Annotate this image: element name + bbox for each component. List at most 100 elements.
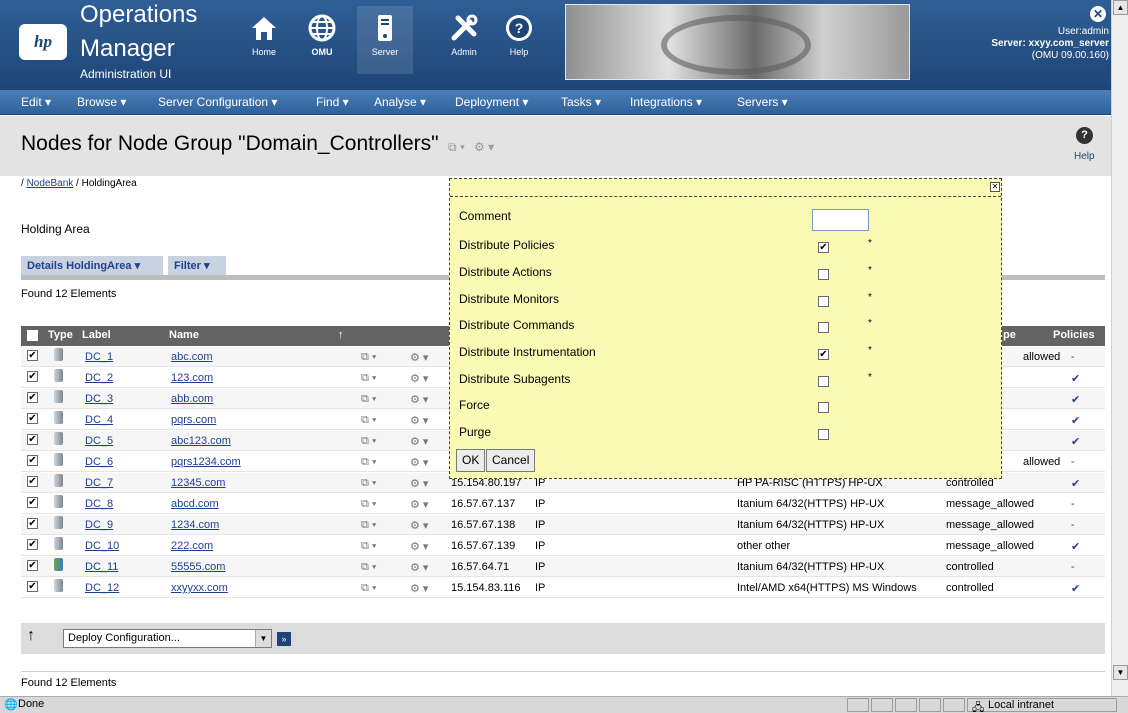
nav-admin-button[interactable]: Admin xyxy=(436,6,492,74)
col-name[interactable]: Name xyxy=(169,329,199,341)
row-menu-icon[interactable]: ⧉ ▾ xyxy=(361,498,377,511)
node-name-link[interactable]: abb.com xyxy=(171,393,213,405)
row-checkbox[interactable]: ✔ xyxy=(27,371,38,382)
node-label-link[interactable]: DC_11 xyxy=(85,561,118,573)
menu-analyse[interactable]: Analyse xyxy=(374,90,426,115)
node-name-link[interactable]: 1234.com xyxy=(171,519,219,531)
row-gear-icon[interactable]: ⚙ ▾ xyxy=(410,477,428,490)
row-gear-icon[interactable]: ⚙ ▾ xyxy=(410,393,428,406)
node-label-link[interactable]: DC_1 xyxy=(85,351,113,363)
go-button[interactable]: » xyxy=(277,632,291,646)
breadcrumb-nodebank[interactable]: NodeBank xyxy=(27,178,74,189)
node-name-link[interactable]: abcd.com xyxy=(171,498,219,510)
col-type2[interactable]: pe xyxy=(1003,329,1016,341)
row-menu-icon[interactable]: ⧉ ▾ xyxy=(361,351,377,364)
row-menu-icon[interactable]: ⧉ ▾ xyxy=(361,372,377,385)
row-menu-icon[interactable]: ⧉ ▾ xyxy=(361,393,377,406)
node-name-link[interactable]: abc.com xyxy=(171,351,213,363)
row-gear-icon[interactable]: ⚙ ▾ xyxy=(410,561,428,574)
menu-deployment[interactable]: Deployment xyxy=(455,90,528,115)
menu-tasks[interactable]: Tasks xyxy=(561,90,601,115)
row-checkbox[interactable]: ✔ xyxy=(27,350,38,361)
node-label-link[interactable]: DC_12 xyxy=(85,582,119,594)
row-checkbox[interactable]: ✔ xyxy=(27,518,38,529)
node-name-link[interactable]: 12345.com xyxy=(171,477,225,489)
option-checkbox[interactable] xyxy=(818,322,829,333)
row-checkbox[interactable]: ✔ xyxy=(27,413,38,424)
deploy-action-select[interactable]: Deploy Configuration... ▼ xyxy=(63,629,272,648)
table-row[interactable]: ✔ DC_10 222.com ⧉ ▾ ⚙ ▾ 16.57.67.139 IP other o… xyxy=(21,536,1105,556)
row-gear-icon[interactable]: ⚙ ▾ xyxy=(410,540,428,553)
node-name-link[interactable]: abc123.com xyxy=(171,435,231,447)
node-label-link[interactable]: DC_7 xyxy=(85,477,113,489)
nav-help-button[interactable]: ? Help xyxy=(491,6,547,74)
table-row[interactable]: ✔ DC_8 abcd.com ⧉ ▾ ⚙ ▾ 16.57.67.137 IP Itanium… xyxy=(21,494,1105,514)
sort-arrow-icon[interactable]: ↑ xyxy=(338,329,344,341)
menu-integrations[interactable]: Integrations xyxy=(630,90,702,115)
option-checkbox[interactable]: ✔ xyxy=(818,349,829,360)
row-checkbox[interactable]: ✔ xyxy=(27,560,38,571)
menu-edit[interactable]: Edit xyxy=(21,90,51,115)
row-checkbox[interactable]: ✔ xyxy=(27,392,38,403)
row-menu-icon[interactable]: ⧉ ▾ xyxy=(361,540,377,553)
vertical-scrollbar[interactable]: ▲ ▼ xyxy=(1111,0,1128,696)
dialog-close-icon[interactable]: ✕ xyxy=(990,182,1000,192)
row-menu-icon[interactable]: ⧉ ▾ xyxy=(361,582,377,595)
node-name-link[interactable]: xxyyxx.com xyxy=(171,582,228,594)
menu-server-configuration[interactable]: Server Configuration xyxy=(158,90,277,115)
row-checkbox[interactable]: ✔ xyxy=(27,434,38,445)
row-menu-icon[interactable]: ⧉ ▾ xyxy=(361,561,377,574)
nav-server-button[interactable]: Server xyxy=(357,6,413,74)
node-name-link[interactable]: 55555.com xyxy=(171,561,225,573)
node-label-link[interactable]: DC_6 xyxy=(85,456,113,468)
row-checkbox[interactable]: ✔ xyxy=(27,497,38,508)
col-label[interactable]: Label xyxy=(82,329,111,341)
title-gear-icon[interactable]: ⚙ ▾ xyxy=(474,140,494,154)
row-checkbox[interactable]: ✔ xyxy=(27,581,38,592)
node-label-link[interactable]: DC_4 xyxy=(85,414,113,426)
menu-servers[interactable]: Servers xyxy=(737,90,788,115)
option-checkbox[interactable] xyxy=(818,296,829,307)
page-help-icon[interactable]: ? xyxy=(1076,127,1093,144)
row-gear-icon[interactable]: ⚙ ▾ xyxy=(410,414,428,427)
option-checkbox[interactable] xyxy=(818,269,829,280)
row-checkbox[interactable]: ✔ xyxy=(27,455,38,466)
row-menu-icon[interactable]: ⧉ ▾ xyxy=(361,456,377,469)
scroll-up-button[interactable]: ▲ xyxy=(1113,0,1128,15)
option-checkbox[interactable] xyxy=(818,402,829,413)
col-policies[interactable]: Policies xyxy=(1053,329,1095,341)
row-checkbox[interactable]: ✔ xyxy=(27,476,38,487)
option-checkbox[interactable]: ✔ xyxy=(818,242,829,253)
cancel-button[interactable]: Cancel xyxy=(486,449,536,472)
select-all-checkbox[interactable] xyxy=(27,330,38,341)
row-gear-icon[interactable]: ⚙ ▾ xyxy=(410,372,428,385)
row-checkbox[interactable]: ✔ xyxy=(27,539,38,550)
row-gear-icon[interactable]: ⚙ ▾ xyxy=(410,351,428,364)
menu-find[interactable]: Find xyxy=(316,90,349,115)
row-menu-icon[interactable]: ⧉ ▾ xyxy=(361,519,377,532)
row-gear-icon[interactable]: ⚙ ▾ xyxy=(410,435,428,448)
chevron-down-icon[interactable]: ▼ xyxy=(255,630,271,647)
node-name-link[interactable]: pqrs.com xyxy=(171,414,216,426)
node-label-link[interactable]: DC_5 xyxy=(85,435,113,447)
table-row[interactable]: ✔ DC_11 55555.com ⧉ ▾ ⚙ ▾ 16.57.64.71 IP Itaniu… xyxy=(21,557,1105,577)
nav-home-button[interactable]: Home xyxy=(236,6,292,74)
table-row[interactable]: ✔ DC_9 1234.com ⧉ ▾ ⚙ ▾ 16.57.67.138 IP Itanium… xyxy=(21,515,1105,535)
node-name-link[interactable]: 222.com xyxy=(171,540,213,552)
row-gear-icon[interactable]: ⚙ ▾ xyxy=(410,456,428,469)
node-name-link[interactable]: pqrs1234.com xyxy=(171,456,241,468)
tab-filter[interactable]: Filter ▾ xyxy=(168,256,226,277)
nav-omu-button[interactable]: OMU xyxy=(294,6,350,74)
menu-browse[interactable]: Browse xyxy=(77,90,126,115)
ok-button[interactable]: OK xyxy=(456,449,486,472)
row-menu-icon[interactable]: ⧉ ▾ xyxy=(361,414,377,427)
node-label-link[interactable]: DC_8 xyxy=(85,498,113,510)
node-label-link[interactable]: DC_10 xyxy=(85,540,119,552)
node-name-link[interactable]: 123.com xyxy=(171,372,213,384)
node-label-link[interactable]: DC_3 xyxy=(85,393,113,405)
row-gear-icon[interactable]: ⚙ ▾ xyxy=(410,582,428,595)
comment-input[interactable] xyxy=(812,209,869,231)
row-gear-icon[interactable]: ⚙ ▾ xyxy=(410,519,428,532)
option-checkbox[interactable] xyxy=(818,429,829,440)
table-row[interactable]: ✔ DC_12 xxyyxx.com ⧉ ▾ ⚙ ▾ 15.154.83.116 IP Int… xyxy=(21,578,1105,598)
